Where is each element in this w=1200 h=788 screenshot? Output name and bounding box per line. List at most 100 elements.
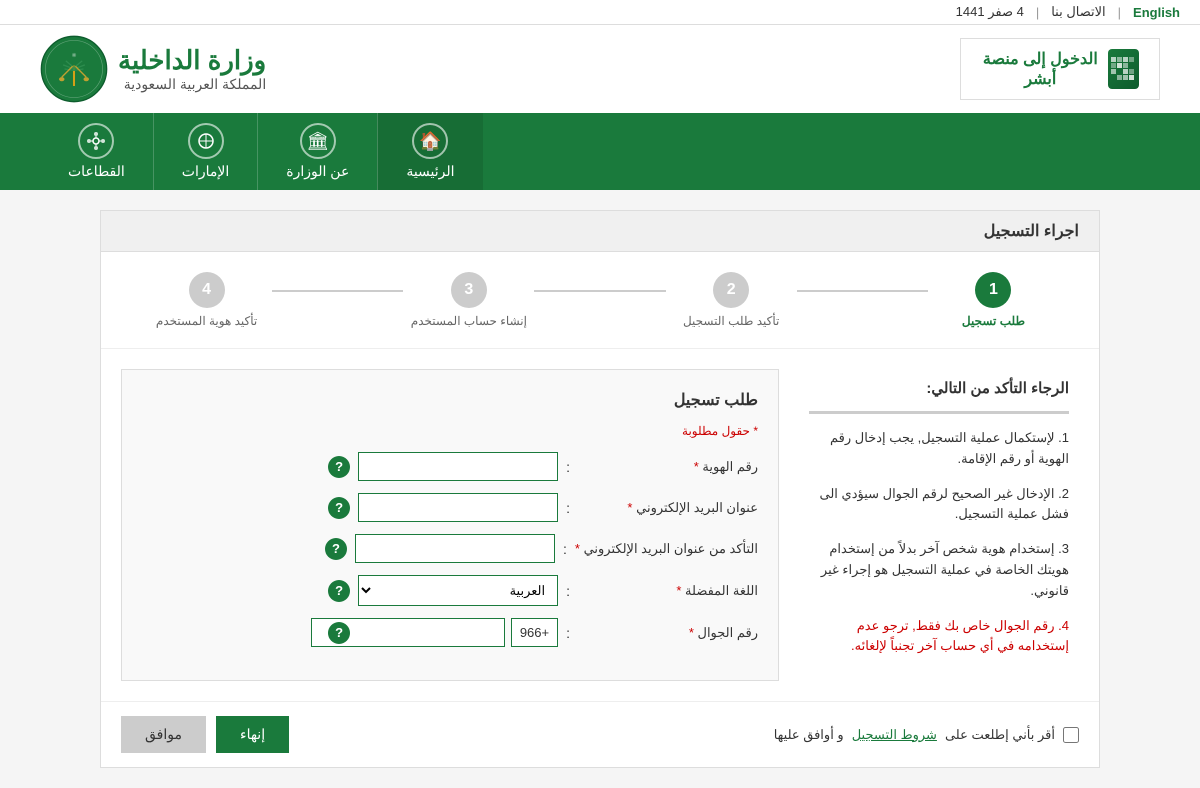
phone-label: رقم الجوال * xyxy=(578,625,758,641)
info-panel-title: الرجاء التأكد من التالي: xyxy=(809,379,1069,397)
info-text-3: إستخدام هوية شخص آخر بدلاً من إستخدام هو… xyxy=(821,541,1069,598)
ministry-name: وزارة الداخلية xyxy=(118,45,266,76)
step-1-label: طلب تسجيل xyxy=(962,314,1025,328)
language-link[interactable]: English xyxy=(1133,5,1180,20)
step-2: 2 تأكيد طلب التسجيل xyxy=(666,272,797,328)
svg-text:❋: ❋ xyxy=(72,53,77,59)
info-num-4: 4. xyxy=(1058,618,1069,633)
info-num-3: 3. xyxy=(1058,541,1069,556)
emirates-icon xyxy=(188,123,224,159)
separator-1: | xyxy=(1118,5,1121,20)
ministry-logo-area: وزارة الداخلية المملكة العربية السعودية … xyxy=(40,35,266,103)
absher-box[interactable]: الدخول إلى منصة أبشر xyxy=(960,38,1160,100)
form-area: الرجاء التأكد من التالي: 1. لإستكمال عمل… xyxy=(101,349,1099,701)
step-3-label: إنشاء حساب المستخدم xyxy=(411,314,527,328)
id-info-icon[interactable]: ? xyxy=(328,456,350,478)
ministry-emblem: ❋ xyxy=(40,35,108,103)
button-area: إنهاء موافق xyxy=(121,716,289,753)
step-line-3 xyxy=(272,290,403,292)
email-label: عنوان البريد الإلكتروني * xyxy=(578,500,758,516)
info-item-3: 3. إستخدام هوية شخص آخر بدلاً من إستخدام… xyxy=(809,539,1069,601)
step-1: 1 طلب تسجيل xyxy=(928,272,1059,328)
home-icon: 🏠 xyxy=(412,123,448,159)
phone-number: 4 صفر 1441 xyxy=(956,4,1024,20)
terms-link[interactable]: شروط التسجيل xyxy=(852,727,937,743)
confirm-email-input[interactable] xyxy=(355,534,555,563)
sectors-icon xyxy=(78,123,114,159)
step-2-circle: 2 xyxy=(713,272,749,308)
top-bar: English | الاتصال بنا | 4 صفر 1441 xyxy=(0,0,1200,25)
agree-area: أقر بأني إطلعت على شروط التسجيل و أوافق … xyxy=(774,727,1079,743)
cancel-button[interactable]: إنهاء xyxy=(216,716,289,753)
approve-button[interactable]: موافق xyxy=(121,716,206,753)
nav-home[interactable]: 🏠 الرئيسية xyxy=(377,113,482,190)
divider xyxy=(809,411,1069,414)
nav-emirates[interactable]: الإمارات xyxy=(153,113,257,190)
nav-emirates-label: الإمارات xyxy=(182,163,229,180)
info-item-4: 4. رقم الجوال خاص بك فقط, ترجو عدم إستخد… xyxy=(809,616,1069,658)
separator-2: | xyxy=(1036,5,1039,20)
agree-text: أقر بأني إطلعت على xyxy=(945,727,1055,743)
info-num-1: 1. xyxy=(1058,430,1069,445)
form-footer: أقر بأني إطلعت على شروط التسجيل و أوافق … xyxy=(101,701,1099,767)
nav-home-label: الرئيسية xyxy=(406,163,454,180)
language-row: اللغة المفضلة * : العربية English ? xyxy=(142,575,758,606)
id-label: رقم الهوية * xyxy=(578,459,758,475)
language-label: اللغة المفضلة * xyxy=(578,583,758,599)
email-row: عنوان البريد الإلكتروني * : ? xyxy=(142,493,758,522)
nav-sectors[interactable]: القطاعات xyxy=(40,113,153,190)
info-text-4: رقم الجوال خاص بك فقط, ترجو عدم إستخدامه… xyxy=(851,618,1069,654)
form-title: طلب تسجيل xyxy=(142,390,758,410)
registration-form: طلب تسجيل * حقول مطلوبة رقم الهوية * : ?… xyxy=(121,369,779,681)
step-1-circle: 1 xyxy=(975,272,1011,308)
header: الدخول إلى منصة أبشر وزارة الداخلية المم… xyxy=(0,25,1200,113)
phone-info-icon[interactable]: ? xyxy=(328,622,350,644)
step-4-circle: 4 xyxy=(189,272,225,308)
required-note: * حقول مطلوبة xyxy=(142,424,758,438)
email-input[interactable] xyxy=(358,493,558,522)
navbar: 🏠 الرئيسية 🏛 عن الوزارة الإمارات xyxy=(0,113,1200,190)
step-4: 4 تأكيد هوية المستخدم xyxy=(141,272,272,328)
phone-input-group: +966 xyxy=(358,618,558,647)
step-3: 3 إنشاء حساب المستخدم xyxy=(403,272,534,328)
language-select[interactable]: العربية English xyxy=(358,575,558,606)
confirm-email-label: التأكد من عنوان البريد الإلكتروني * xyxy=(575,541,758,557)
agree-and: و أوافق عليها xyxy=(774,727,844,743)
phone-code: +966 xyxy=(511,618,558,647)
info-text-1: لإستكمال عملية التسجيل, يجب إدخال رقم ال… xyxy=(830,430,1069,466)
country-name: المملكة العربية السعودية xyxy=(118,76,266,93)
info-num-2: 2. xyxy=(1058,486,1069,501)
step-line-2 xyxy=(534,290,665,292)
language-info-icon[interactable]: ? xyxy=(328,580,350,602)
content-area: اجراء التسجيل 1 طلب تسجيل 2 تأكيد طلب ال… xyxy=(100,210,1100,768)
absher-label: الدخول إلى منصة أبشر xyxy=(981,49,1100,89)
id-number-input[interactable] xyxy=(358,452,558,481)
about-icon: 🏛 xyxy=(300,123,336,159)
phone-row: رقم الجوال * : +966 ? xyxy=(142,618,758,647)
ministry-text: وزارة الداخلية المملكة العربية السعودية xyxy=(118,45,266,93)
step-2-label: تأكيد طلب التسجيل xyxy=(683,314,779,328)
id-input-wrapper xyxy=(358,452,558,481)
nav-about-label: عن الوزارة xyxy=(286,163,349,180)
info-panel: الرجاء التأكد من التالي: 1. لإستكمال عمل… xyxy=(799,369,1079,681)
info-item-1: 1. لإستكمال عملية التسجيل, يجب إدخال رقم… xyxy=(809,428,1069,470)
steps-bar: 1 طلب تسجيل 2 تأكيد طلب التسجيل 3 إنشاء … xyxy=(101,252,1099,349)
step-line-1 xyxy=(797,290,928,292)
email-input-wrapper xyxy=(358,493,558,522)
absher-logo: الدخول إلى منصة أبشر xyxy=(981,49,1139,89)
confirm-email-row: التأكد من عنوان البريد الإلكتروني * : ? xyxy=(142,534,758,563)
email-info-icon[interactable]: ? xyxy=(328,497,350,519)
step-3-circle: 3 xyxy=(451,272,487,308)
info-item-2: 2. الإدخال غير الصحيح لرقم الجوال سيؤدي … xyxy=(809,484,1069,526)
info-text-2: الإدخال غير الصحيح لرقم الجوال سيؤدي الى… xyxy=(820,486,1070,522)
agree-checkbox[interactable] xyxy=(1063,727,1079,743)
page-title: اجراء التسجيل xyxy=(101,211,1099,252)
nav-sectors-label: القطاعات xyxy=(68,163,125,180)
contact-link[interactable]: الاتصال بنا xyxy=(1051,4,1105,20)
confirm-email-info-icon[interactable]: ? xyxy=(325,538,347,560)
nav-about[interactable]: 🏛 عن الوزارة xyxy=(257,113,377,190)
step-4-label: تأكيد هوية المستخدم xyxy=(156,314,257,328)
id-number-row: رقم الهوية * : ? xyxy=(142,452,758,481)
confirm-email-input-wrapper xyxy=(355,534,555,563)
absher-icon xyxy=(1108,49,1139,89)
